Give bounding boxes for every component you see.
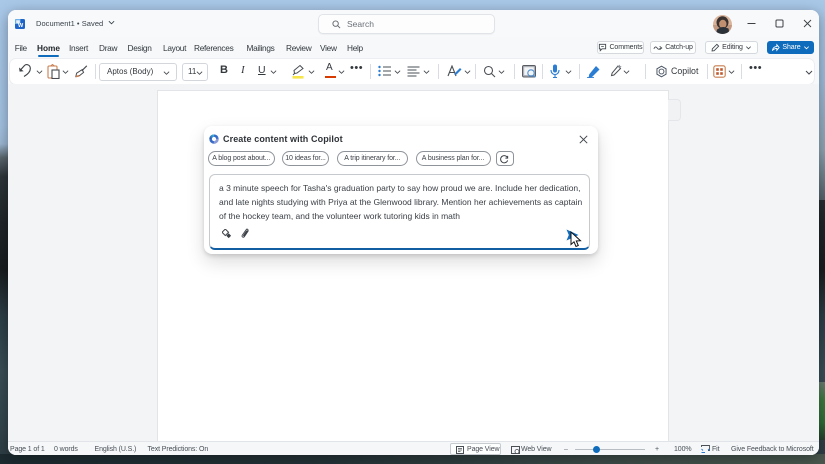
svg-text:W: W: [18, 23, 24, 29]
